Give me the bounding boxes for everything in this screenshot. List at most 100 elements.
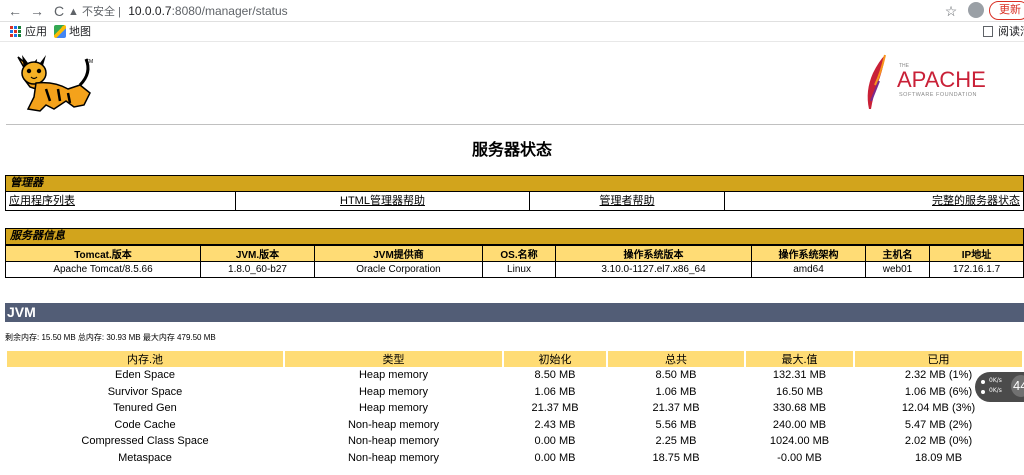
link-app-list[interactable]: 应用程序列表 <box>6 192 236 210</box>
table-cell: Oracle Corporation <box>314 261 483 278</box>
bookmark-apps[interactable]: 应用 <box>25 25 47 39</box>
table-cell: Linux <box>482 261 556 278</box>
table-cell: Heap memory <box>358 385 429 398</box>
server-info-header: Tomcat.版本 <box>5 245 201 262</box>
memory-pool-row: Metaspace Non-heap memory 0.00 MB 18.75 … <box>7 450 1022 467</box>
server-info-row: Apache Tomcat/8.5.66 1.8.0_60-b27 Oracle… <box>5 261 1024 278</box>
table-cell: 2.43 MB <box>534 418 576 431</box>
memory-pool-header: 总共 <box>608 351 744 367</box>
table-cell: 21.37 MB <box>652 402 700 415</box>
table-cell: 8.50 MB <box>534 369 576 382</box>
apps-grid-icon[interactable] <box>10 26 21 37</box>
table-cell: 1.06 MB <box>534 385 576 398</box>
table-cell: web01 <box>865 261 930 278</box>
forward-icon[interactable]: → <box>28 2 46 20</box>
table-cell: 0.00 MB <box>534 451 576 464</box>
profile-avatar-icon[interactable] <box>968 2 984 18</box>
server-info-header: 主机名 <box>865 245 930 262</box>
tomcat-trademark: TM <box>86 59 93 65</box>
table-cell: 12.04 MB (3%) <box>901 402 976 415</box>
server-info-header: 操作系统架构 <box>751 245 866 262</box>
reload-icon[interactable]: C <box>50 2 68 20</box>
server-info-header: IP地址 <box>929 245 1024 262</box>
table-cell: 21.37 MB <box>531 402 579 415</box>
reading-list-link[interactable]: 阅读清单 <box>998 25 1024 39</box>
table-cell: Survivor Space <box>107 385 183 398</box>
download-dot-icon <box>981 390 985 394</box>
memory-pool-header: 内存.池 <box>7 351 283 367</box>
table-cell: Apache Tomcat/8.5.66 <box>5 261 201 278</box>
bookmark-maps[interactable]: 地图 <box>69 25 91 39</box>
table-cell: 0.00 MB <box>534 435 576 448</box>
bookmark-star-icon[interactable]: ☆ <box>942 2 960 20</box>
link-html-manager-help[interactable]: HTML管理器帮助 <box>236 192 530 210</box>
browser-toolbar: ← → C ▲ 不安全 | 10.0.0.7:8080/manager/stat… <box>0 0 1024 22</box>
reading-list-icon[interactable] <box>983 26 993 37</box>
table-cell: Non-heap memory <box>347 435 440 448</box>
widget-value: 44 <box>1011 375 1024 397</box>
memory-pool-row: Compressed Class Space Non-heap memory 0… <box>7 433 1022 450</box>
link-manager-help[interactable]: 管理者帮助 <box>530 192 725 210</box>
table-cell: 132.31 MB <box>772 369 827 382</box>
table-cell: 5.56 MB <box>655 418 697 431</box>
table-cell: 1.06 MB <box>655 385 697 398</box>
memory-pool-row: Eden Space Heap memory 8.50 MB 8.50 MB 1… <box>7 367 1022 384</box>
network-speed-widget[interactable]: 0K/s 0K/s 44 <box>975 372 1024 402</box>
apache-name: APACHE <box>897 67 986 92</box>
memory-pool-header: 类型 <box>285 351 502 367</box>
table-cell: 18.09 MB <box>914 451 963 464</box>
back-icon[interactable]: ← <box>6 2 24 20</box>
table-cell: 1.8.0_60-b27 <box>200 261 315 278</box>
table-cell: 1024.00 MB <box>769 435 830 448</box>
table-cell: 172.16.1.7 <box>929 261 1024 278</box>
table-cell: -0.00 MB <box>777 451 822 464</box>
table-cell: Eden Space <box>115 369 175 382</box>
manager-links: 应用程序列表 HTML管理器帮助 管理者帮助 完整的服务器状态 <box>5 192 1024 211</box>
table-cell: 2.02 MB (0%) <box>904 435 973 448</box>
table-cell: 2.25 MB <box>655 435 697 448</box>
memory-summary: 剩余内存: 15.50 MB 总内存: 30.93 MB 最大内存 479.50… <box>5 333 216 342</box>
update-button[interactable]: 更新 <box>989 1 1024 20</box>
table-cell: 330.68 MB <box>772 402 827 415</box>
server-info-table: Tomcat.版本 JVM.版本 JVM提供商 OS.名称 操作系统版本 操作系… <box>5 245 1024 278</box>
server-info-header: JVM提供商 <box>314 245 483 262</box>
url-path: :8080/manager/status <box>171 4 288 18</box>
memory-pool-row: Code Cache Non-heap memory 2.43 MB 5.56 … <box>7 417 1022 434</box>
memory-pool-header: 最大.值 <box>746 351 853 367</box>
tomcat-logo[interactable]: TM <box>6 49 98 119</box>
server-info-header: JVM.版本 <box>200 245 315 262</box>
address-bar[interactable]: ▲ 不安全 | 10.0.0.7:8080/manager/status <box>68 1 968 21</box>
server-info-header: 操作系统版本 <box>555 245 752 262</box>
page-title: 服务器状态 <box>471 142 552 159</box>
url-host: 10.0.0.7 <box>128 4 172 18</box>
table-cell: Non-heap memory <box>347 451 440 464</box>
server-info-heading: 服务器信息 <box>5 228 1024 245</box>
link-full-server-status[interactable]: 完整的服务器状态 <box>725 192 1023 210</box>
table-cell: 16.50 MB <box>775 385 824 398</box>
table-cell: Heap memory <box>358 369 429 382</box>
maps-icon[interactable] <box>54 25 66 38</box>
download-speed: 0K/s <box>989 387 1002 394</box>
manager-section-heading: 管理器 <box>5 175 1024 192</box>
jvm-section-heading: JVM <box>5 303 1024 322</box>
memory-pool-header: 初始化 <box>504 351 606 367</box>
security-warning[interactable]: ▲ 不安全 | <box>68 6 121 18</box>
apache-logo[interactable]: THE APACHE SOFTWARE FOUNDATION <box>855 51 1005 111</box>
table-cell: 8.50 MB <box>655 369 697 382</box>
memory-pool-header: 已用 <box>855 351 1022 367</box>
upload-speed: 0K/s <box>989 377 1002 384</box>
memory-pool-row: Tenured Gen Heap memory 21.37 MB 21.37 M… <box>7 400 1022 417</box>
memory-pool-header-row: 内存.池 类型 初始化 总共 最大.值 已用 <box>7 351 1022 367</box>
table-cell: Non-heap memory <box>347 418 440 431</box>
server-info-header-row: Tomcat.版本 JVM.版本 JVM提供商 OS.名称 操作系统版本 操作系… <box>5 245 1024 262</box>
table-cell: Heap memory <box>358 402 429 415</box>
memory-pool-table: 内存.池 类型 初始化 总共 最大.值 已用 Eden Space Heap m… <box>5 351 1024 466</box>
server-info-header: OS.名称 <box>482 245 556 262</box>
table-cell: 3.10.0-1127.el7.x86_64 <box>555 261 752 278</box>
apache-foundation: SOFTWARE FOUNDATION <box>899 92 977 98</box>
table-cell: 5.47 MB (2%) <box>904 418 973 431</box>
table-cell: Metaspace <box>118 451 172 464</box>
table-cell: 18.75 MB <box>652 451 700 464</box>
upload-dot-icon <box>981 380 985 384</box>
bookmarks-bar: 应用 地图 阅读清单 <box>0 22 1024 42</box>
